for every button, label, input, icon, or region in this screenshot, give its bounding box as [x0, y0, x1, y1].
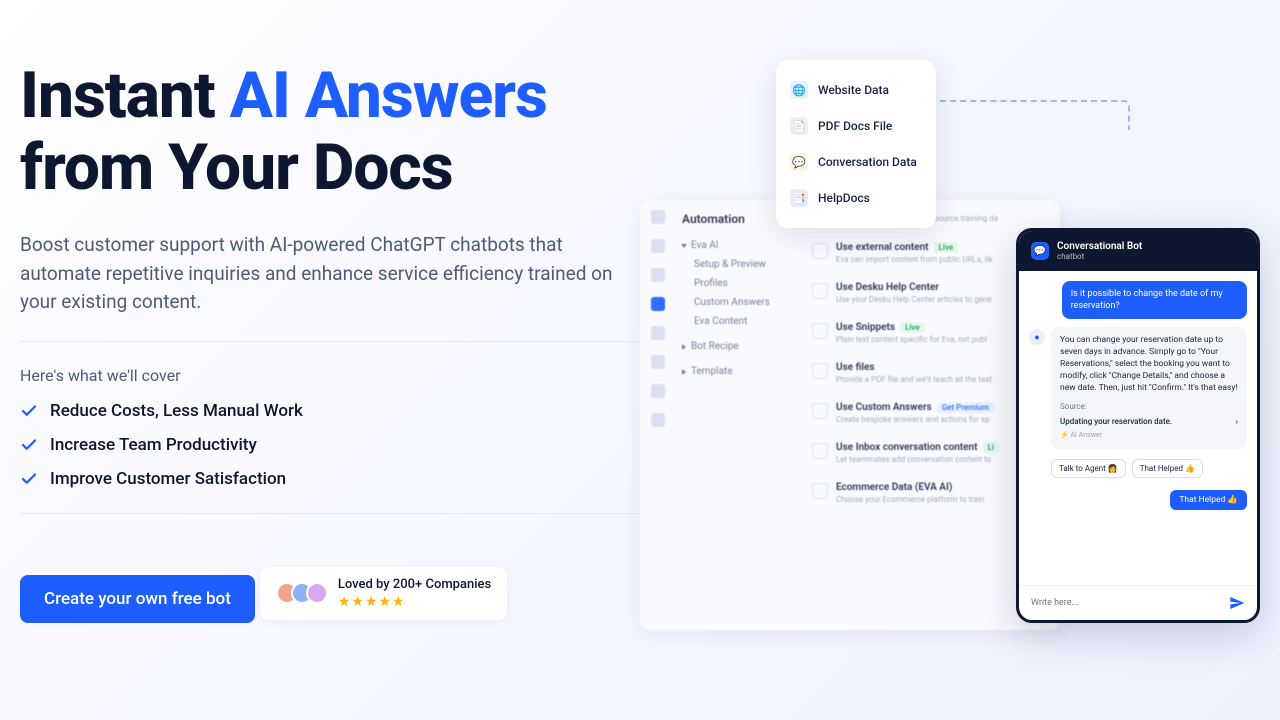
- bot-avatar-icon: 💬: [1031, 242, 1049, 260]
- option-icon: [812, 243, 828, 259]
- dashed-connector: [930, 100, 1130, 130]
- bot-message: You can change your reservation date up …: [1051, 327, 1247, 449]
- nav-icon: [651, 239, 665, 253]
- source-label: Source:: [1060, 401, 1238, 412]
- status-badge: Live: [900, 322, 925, 333]
- nav-icon: [651, 413, 665, 427]
- bot-text: You can change your reservation date up …: [1060, 335, 1238, 394]
- caret-right-icon: [682, 369, 686, 375]
- ai-answer-tag: ⚡ AI Answer: [1060, 431, 1238, 441]
- feature-text: Improve Customer Satisfaction: [50, 469, 286, 489]
- quick-reply-row: Talk to Agent 👩 That Helped 👍: [1051, 459, 1247, 478]
- option-icon: [812, 323, 828, 339]
- pdf-icon: 📄: [790, 117, 808, 135]
- chat-title: Conversational Bot: [1057, 241, 1142, 252]
- nav-icon: [651, 297, 665, 311]
- user-message: Is it possible to change the date of my …: [1062, 281, 1247, 319]
- source-label: PDF Docs File: [818, 119, 892, 133]
- feature-item: Increase Team Productivity: [20, 435, 640, 455]
- status-badge: Li: [983, 442, 999, 453]
- feature-item: Improve Customer Satisfaction: [20, 469, 640, 489]
- source-row: 📑 HelpDocs: [790, 180, 922, 216]
- hero-subtitle: Boost customer support with AI-powered C…: [20, 231, 620, 317]
- avatar: [306, 582, 328, 604]
- help-icon: 📑: [790, 189, 808, 207]
- chip-that-helped[interactable]: That Helped 👍: [1132, 459, 1203, 478]
- source-link-text: Updating your reservation date.: [1060, 416, 1172, 427]
- tree-label: Eva AI: [691, 240, 719, 251]
- nav-icon: [651, 355, 665, 369]
- source-link[interactable]: Updating your reservation date. ›: [1060, 416, 1238, 427]
- check-icon: [20, 470, 38, 488]
- title-part-1: Instant: [20, 58, 230, 133]
- source-label: HelpDocs: [818, 191, 870, 205]
- avatar-stack: [276, 582, 328, 604]
- tree-label: Bot Recipe: [691, 341, 739, 352]
- cta-button[interactable]: Create your own free bot: [20, 575, 255, 623]
- app-sidebar: [646, 210, 670, 427]
- caret-right-icon: [682, 344, 686, 350]
- chat-icon: 💬: [790, 153, 808, 171]
- social-proof-card: Loved by 200+ Companies ★★★★★: [259, 566, 508, 621]
- feature-text: Reduce Costs, Less Manual Work: [50, 401, 303, 421]
- source-label: Conversation Data: [818, 155, 917, 169]
- option-icon: [812, 283, 828, 299]
- globe-icon: 🌐: [790, 81, 808, 99]
- send-icon[interactable]: [1229, 595, 1245, 611]
- status-badge: Get Premium: [937, 402, 994, 413]
- tree-label: Template: [691, 366, 733, 377]
- feature-list: Reduce Costs, Less Manual Work Increase …: [20, 401, 640, 489]
- chat-body: Is it possible to change the date of my …: [1019, 271, 1257, 585]
- check-icon: [20, 436, 38, 454]
- star-rating: ★★★★★: [338, 594, 491, 610]
- chat-subtitle: chatbot: [1057, 252, 1142, 261]
- source-label: Website Data: [818, 83, 889, 97]
- feature-text: Increase Team Productivity: [50, 435, 257, 455]
- chat-header: 💬 Conversational Bot chatbot: [1019, 231, 1257, 271]
- app-preview: Automation Eva AI Setup & Preview Profil…: [640, 200, 1060, 630]
- option-icon: [812, 483, 828, 499]
- bot-avatar-icon: ●: [1029, 329, 1045, 345]
- chat-input-row: [1019, 585, 1257, 620]
- option-icon: [812, 443, 828, 459]
- feature-item: Reduce Costs, Less Manual Work: [20, 401, 640, 421]
- nav-icon: [651, 268, 665, 282]
- chevron-right-icon: ›: [1236, 416, 1238, 427]
- option-icon: [812, 403, 828, 419]
- source-row: 💬 Conversation Data: [790, 144, 922, 180]
- title-part-2: from Your Docs: [20, 130, 453, 205]
- user-reply-chip: That Helped 👍: [1170, 490, 1247, 510]
- bot-message-row: ● You can change your reservation date u…: [1029, 327, 1247, 449]
- check-icon: [20, 402, 38, 420]
- chat-input[interactable]: [1031, 598, 1229, 608]
- status-badge: Live: [934, 242, 959, 253]
- divider: [20, 513, 640, 514]
- hero-title: Instant AI Answers from Your Docs: [20, 60, 640, 203]
- title-highlight: AI Answers: [230, 58, 547, 133]
- nav-icon: [651, 210, 665, 224]
- nav-icon: [651, 326, 665, 340]
- social-proof-text: Loved by 200+ Companies: [338, 577, 491, 592]
- source-row: 🌐 Website Data: [790, 72, 922, 108]
- caret-down-icon: [681, 244, 687, 248]
- option-icon: [812, 363, 828, 379]
- source-row: 📄 PDF Docs File: [790, 108, 922, 144]
- cover-label: Here's what we'll cover: [20, 366, 640, 385]
- chat-widget: 💬 Conversational Bot chatbot Is it possi…: [1016, 228, 1260, 623]
- chip-talk-agent[interactable]: Talk to Agent 👩: [1051, 459, 1126, 478]
- nav-icon: [651, 384, 665, 398]
- sources-card: 🌐 Website Data 📄 PDF Docs File 💬 Conversati…: [776, 60, 936, 228]
- divider: [20, 341, 640, 342]
